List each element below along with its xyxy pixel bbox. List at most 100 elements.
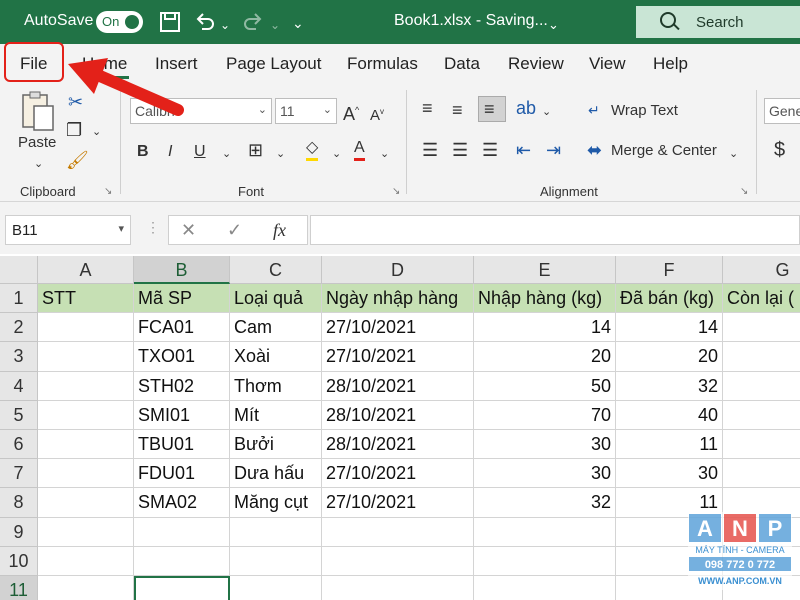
- row-header[interactable]: 11: [0, 576, 38, 600]
- font-color-dropdown-icon[interactable]: ⌄: [380, 144, 389, 164]
- tab-data[interactable]: Data: [444, 54, 480, 74]
- sheet-cell[interactable]: 30: [474, 430, 616, 460]
- increase-font-icon[interactable]: A^: [343, 100, 359, 124]
- sheet-cell[interactable]: Thơm: [230, 371, 322, 401]
- sheet-cell[interactable]: 32: [474, 488, 616, 518]
- merge-dropdown-icon[interactable]: ⌄: [729, 144, 738, 164]
- borders-dropdown-icon[interactable]: ⌄: [276, 144, 285, 164]
- sheet-cell[interactable]: [474, 546, 616, 576]
- sheet-cell[interactable]: 30: [616, 459, 723, 489]
- row-header[interactable]: 4: [0, 371, 38, 401]
- sheet-cell[interactable]: Mít: [230, 400, 322, 430]
- sheet-cell[interactable]: 20: [474, 342, 616, 372]
- sheet-cell[interactable]: [38, 517, 134, 547]
- orientation-icon[interactable]: ab: [516, 98, 536, 118]
- sheet-cell[interactable]: [322, 546, 474, 576]
- sheet-cell[interactable]: [474, 576, 616, 600]
- select-all-corner[interactable]: [0, 256, 38, 284]
- sheet-cell[interactable]: Đã bán (kg): [616, 284, 723, 314]
- sheet-cell[interactable]: [134, 517, 230, 547]
- sheet-cell[interactable]: Ngày nhập hàng: [322, 284, 474, 314]
- sheet-cell[interactable]: 27/10/2021: [322, 488, 474, 518]
- sheet-cell[interactable]: 14: [474, 313, 616, 343]
- number-format-select[interactable]: Gene: [764, 98, 800, 124]
- formula-bar-grip-icon[interactable]: ⋮: [146, 219, 160, 236]
- sheet-cell[interactable]: 50: [474, 371, 616, 401]
- font-launcher-icon[interactable]: ↘: [392, 186, 400, 197]
- bold-icon[interactable]: B: [137, 142, 149, 162]
- increase-indent-icon[interactable]: ⇥: [546, 140, 561, 160]
- middle-align-icon[interactable]: ≡: [452, 100, 463, 120]
- clipboard-launcher-icon[interactable]: ↘: [104, 186, 112, 197]
- sheet-cell[interactable]: [723, 342, 800, 372]
- redo-dropdown-icon[interactable]: ⌄: [270, 14, 280, 36]
- sheet-cell[interactable]: [38, 400, 134, 430]
- sheet-cell[interactable]: 28/10/2021: [322, 400, 474, 430]
- font-color-icon[interactable]: A: [354, 138, 365, 161]
- sheet-cell[interactable]: [230, 576, 322, 600]
- font-size-select[interactable]: 11 ⌄: [275, 98, 337, 124]
- tab-page-layout[interactable]: Page Layout: [226, 54, 321, 74]
- format-painter-icon[interactable]: 🖌: [66, 150, 89, 170]
- align-right-icon[interactable]: ☰: [482, 140, 498, 160]
- redo-icon[interactable]: [242, 10, 264, 32]
- copy-icon[interactable]: ❐: [66, 120, 82, 140]
- row-header[interactable]: 7: [0, 459, 38, 489]
- sheet-cell[interactable]: 20: [616, 342, 723, 372]
- align-left-icon[interactable]: ☰: [422, 140, 438, 160]
- top-align-icon[interactable]: ≡: [422, 98, 433, 118]
- underline-icon[interactable]: U: [194, 142, 206, 162]
- paste-dropdown-icon[interactable]: ⌄: [34, 154, 43, 174]
- paste-label[interactable]: Paste: [18, 134, 56, 151]
- sheet-cell[interactable]: [230, 546, 322, 576]
- column-header[interactable]: B: [134, 256, 230, 284]
- row-header[interactable]: 9: [0, 517, 38, 547]
- fill-color-dropdown-icon[interactable]: ⌄: [332, 144, 341, 164]
- row-header[interactable]: 3: [0, 342, 38, 372]
- column-header[interactable]: F: [616, 256, 723, 284]
- italic-icon[interactable]: I: [168, 142, 172, 162]
- sheet-cell[interactable]: [723, 401, 800, 430]
- sheet-cell[interactable]: Nhập hàng (kg): [474, 284, 616, 314]
- sheet-cell[interactable]: [38, 430, 134, 460]
- sheet-cell[interactable]: SMA02: [134, 488, 230, 518]
- currency-icon[interactable]: $: [774, 140, 785, 160]
- enter-icon[interactable]: ✓: [227, 220, 242, 241]
- sheet-cell[interactable]: [38, 576, 134, 600]
- row-header[interactable]: 6: [0, 430, 38, 460]
- sheet-cell[interactable]: [134, 546, 230, 576]
- sheet-cell[interactable]: 27/10/2021: [322, 459, 474, 489]
- align-center-icon[interactable]: ☰: [452, 140, 468, 160]
- sheet-cell[interactable]: [322, 576, 474, 600]
- formula-input[interactable]: [310, 215, 800, 245]
- merge-center-icon[interactable]: ⬌: [587, 140, 602, 160]
- borders-icon[interactable]: ⊞: [248, 140, 263, 160]
- sheet-cell[interactable]: Còn lại (: [723, 284, 800, 314]
- sheet-cell[interactable]: [723, 459, 800, 489]
- sheet-cell[interactable]: 11: [616, 430, 723, 460]
- undo-icon[interactable]: [194, 10, 216, 32]
- paste-icon[interactable]: [20, 90, 56, 132]
- sheet-cell[interactable]: [38, 488, 134, 518]
- sheet-cell[interactable]: [474, 517, 616, 547]
- sheet-cell[interactable]: 70: [474, 400, 616, 430]
- font-family-select[interactable]: Calibri ⌄: [130, 98, 272, 124]
- sheet-cell[interactable]: STH02: [134, 371, 230, 401]
- sheet-cell[interactable]: Măng cụt: [230, 488, 322, 518]
- sheet-cell[interactable]: Cam: [230, 313, 322, 343]
- tab-insert[interactable]: Insert: [155, 54, 198, 74]
- tab-help[interactable]: Help: [653, 54, 688, 74]
- column-header[interactable]: A: [38, 256, 134, 284]
- sheet-cell[interactable]: [38, 459, 134, 489]
- row-header[interactable]: 8: [0, 488, 38, 518]
- wrap-text-icon[interactable]: ↵: [588, 100, 600, 120]
- sheet-cell[interactable]: [322, 517, 474, 547]
- sheet-cell[interactable]: Dưa hấu: [230, 459, 322, 489]
- orientation-dropdown-icon[interactable]: ⌄: [542, 102, 551, 122]
- sheet-cell[interactable]: [723, 313, 800, 343]
- row-header[interactable]: 1: [0, 284, 38, 314]
- sheet-cell[interactable]: [38, 313, 134, 343]
- row-header[interactable]: 2: [0, 313, 38, 343]
- sheet-cell[interactable]: [723, 372, 800, 401]
- undo-dropdown-icon[interactable]: ⌄: [220, 14, 230, 36]
